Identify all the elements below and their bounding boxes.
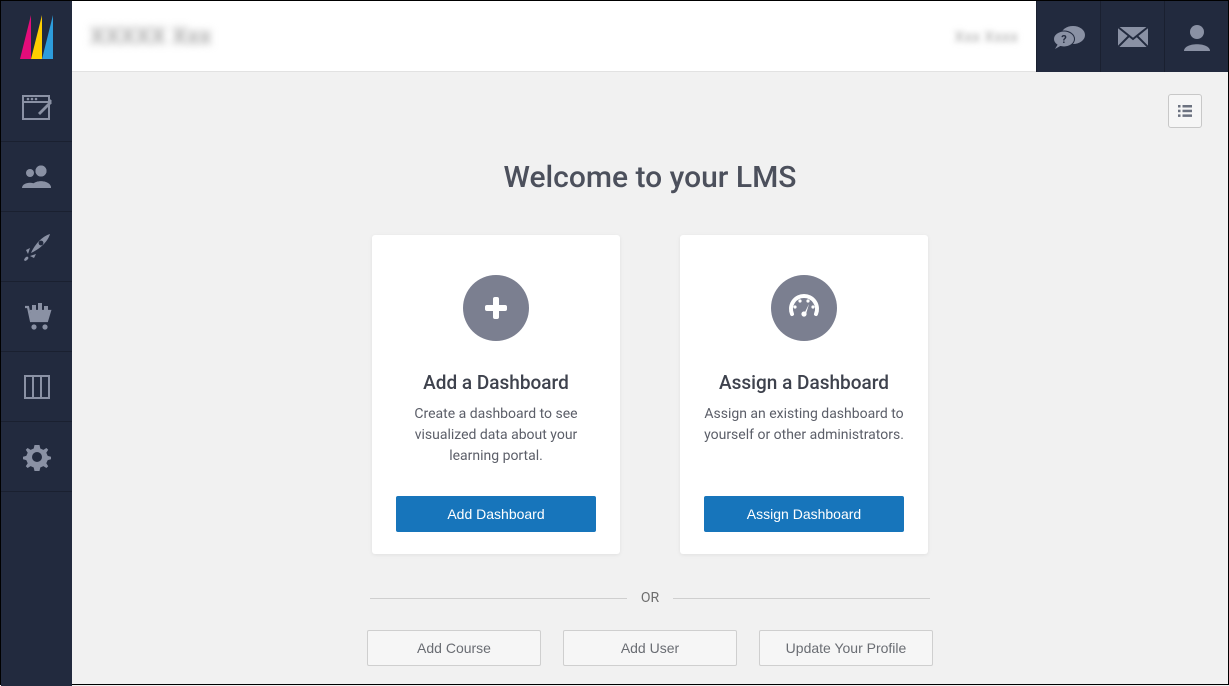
add-user-button[interactable]: Add User: [563, 630, 737, 666]
divider-line-right: [673, 598, 930, 599]
logo[interactable]: [1, 1, 72, 72]
card-assign-dashboard: Assign a Dashboard Assign an existing da…: [680, 235, 928, 554]
help-chat-button[interactable]: ?: [1036, 1, 1100, 72]
layout-row: Welcome to your LMS Add a Dashboard Crea…: [1, 72, 1228, 686]
header-main: XXXXX Xxx Xxx Xxxx: [72, 1, 1036, 72]
columns-icon: [24, 375, 50, 399]
mail-button[interactable]: [1100, 1, 1164, 72]
sidebar-item-edit[interactable]: [1, 72, 72, 142]
cart-icon: [22, 303, 52, 331]
cards-row: Add a Dashboard Create a dashboard to se…: [96, 235, 1204, 554]
gauge-icon: [786, 290, 822, 326]
card-add-desc: Create a dashboard to see visualized dat…: [394, 404, 598, 468]
add-dashboard-button[interactable]: Add Dashboard: [396, 496, 596, 532]
sidebar-item-cart[interactable]: [1, 282, 72, 352]
card-add-title: Add a Dashboard: [423, 371, 569, 394]
sidebar-item-users[interactable]: [1, 142, 72, 212]
update-profile-button[interactable]: Update Your Profile: [759, 630, 933, 666]
users-icon: [21, 164, 53, 190]
add-course-button[interactable]: Add Course: [367, 630, 541, 666]
or-label: OR: [641, 590, 659, 606]
top-bar: XXXXX Xxx Xxx Xxxx ?: [1, 1, 1228, 72]
header-title-blur: XXXXX Xxx: [90, 22, 211, 50]
logo-icon: [20, 15, 54, 59]
page-title: Welcome to your LMS: [96, 160, 1204, 195]
gear-icon: [23, 443, 51, 471]
assign-dashboard-button[interactable]: Assign Dashboard: [704, 496, 904, 532]
gauge-circle-icon: [771, 275, 837, 341]
sidebar-item-settings[interactable]: [1, 422, 72, 492]
plus-circle-icon: [463, 275, 529, 341]
or-divider: OR: [370, 590, 930, 606]
sidebar-item-columns[interactable]: [1, 352, 72, 422]
profile-button[interactable]: [1164, 1, 1228, 72]
profile-icon: [1183, 23, 1211, 51]
secondary-buttons-row: Add Course Add User Update Your Profile: [96, 630, 1204, 666]
card-add-dashboard: Add a Dashboard Create a dashboard to se…: [372, 235, 620, 554]
divider-line-left: [370, 598, 627, 599]
card-assign-desc: Assign an existing dashboard to yourself…: [702, 404, 906, 468]
list-icon: [1178, 104, 1192, 118]
card-assign-title: Assign a Dashboard: [719, 371, 889, 394]
plus-icon: [482, 294, 510, 322]
sidebar: [1, 72, 72, 686]
header-right-blur: Xxx Xxxx: [954, 27, 1018, 46]
sidebar-item-rocket[interactable]: [1, 212, 72, 282]
edit-page-icon: [22, 93, 52, 121]
mail-icon: [1118, 27, 1148, 47]
svg-text:?: ?: [1061, 33, 1067, 46]
help-chat-icon: ?: [1052, 24, 1086, 50]
top-right-icons: ?: [1036, 1, 1228, 72]
content-area: Welcome to your LMS Add a Dashboard Crea…: [72, 72, 1228, 686]
list-view-toggle[interactable]: [1168, 94, 1202, 128]
rocket-icon: [22, 232, 52, 262]
